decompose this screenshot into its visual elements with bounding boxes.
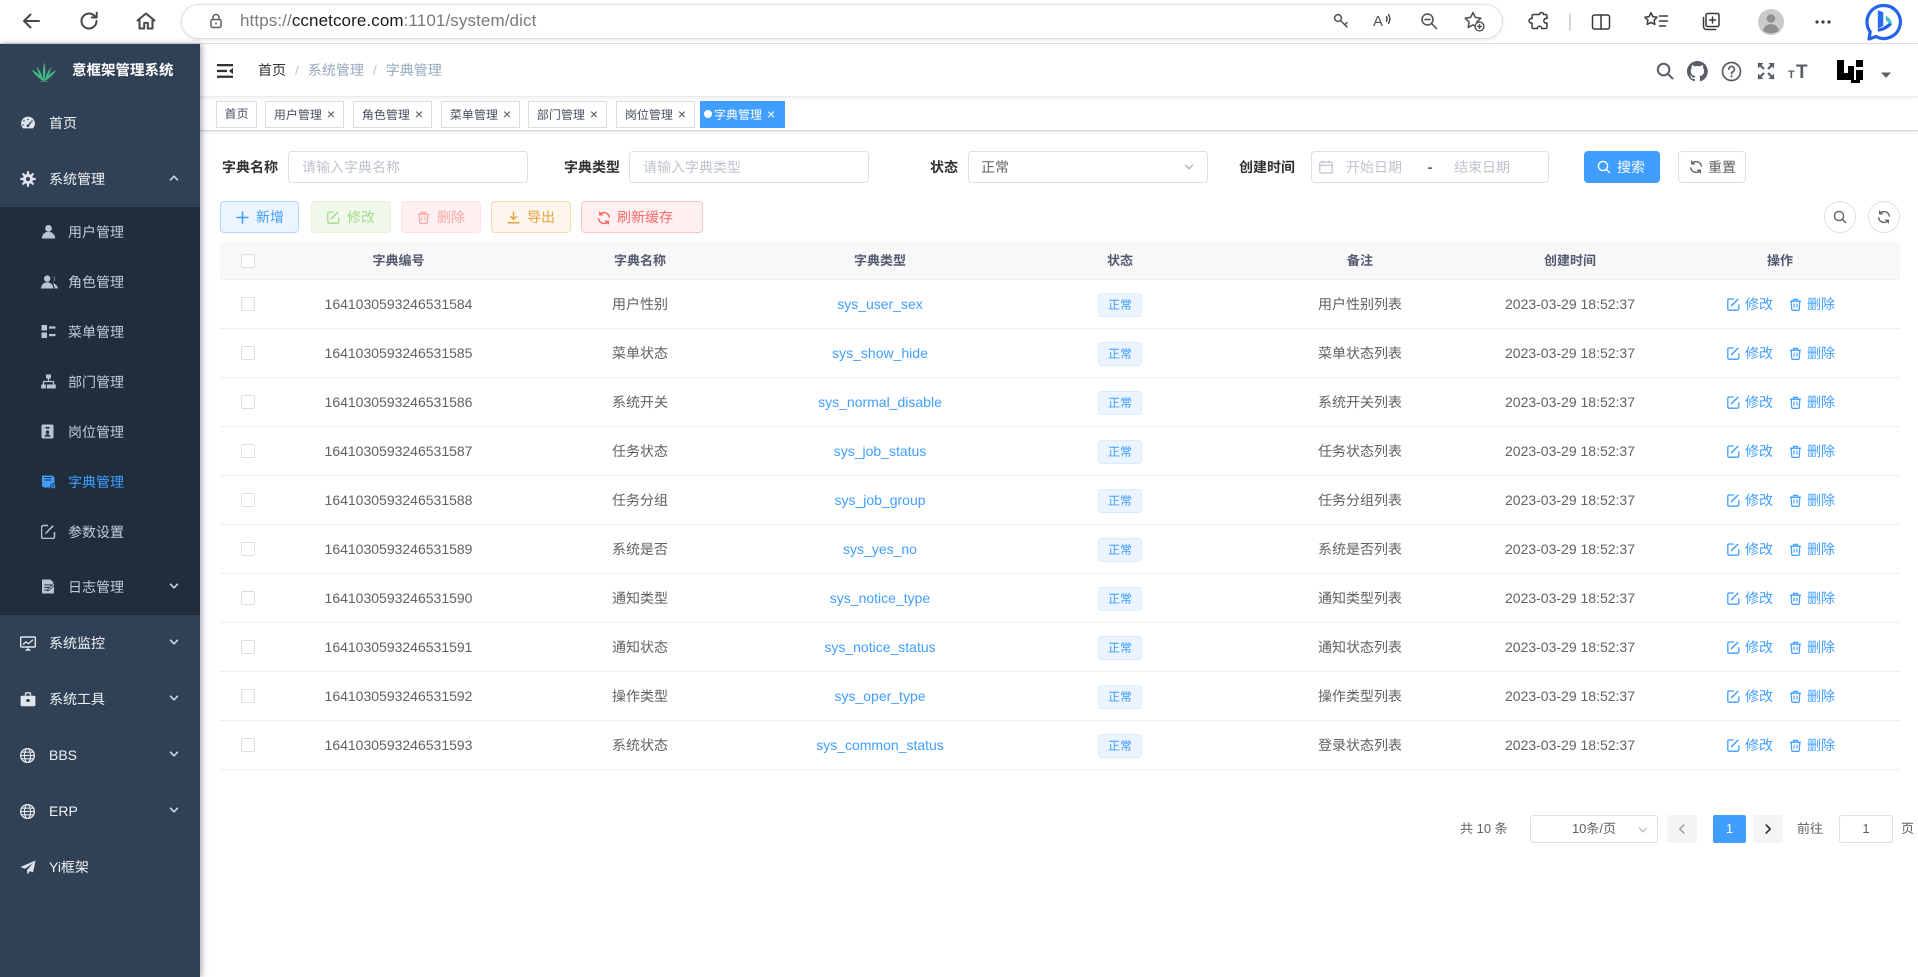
svg-text:T: T [1796, 62, 1808, 81]
svg-text:A: A [1373, 13, 1383, 30]
svg-text:T: T [1788, 69, 1795, 81]
